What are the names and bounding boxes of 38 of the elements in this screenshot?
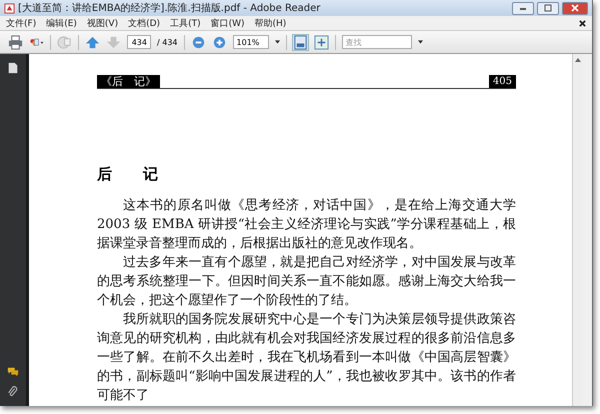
fit-page-icon[interactable] xyxy=(292,34,308,50)
close-button[interactable] xyxy=(562,2,588,14)
pages-icon[interactable] xyxy=(7,62,19,74)
page-count: / 434 xyxy=(157,38,178,46)
paragraph: 这本书的原名叫做《思考经济，对话中国》，是在给上海交通大学 2003 级 EMBA 研讲授“社会主义经济理论与实践”学分课程基础上，根据课堂录音整理而成的，后根据出版社的意见改作现名。 xyxy=(97,197,516,253)
page-number-field[interactable]: 434 xyxy=(127,35,151,49)
zoom-in-icon[interactable] xyxy=(212,34,227,50)
menu-item[interactable]: 工具(T) xyxy=(170,16,201,30)
search-field[interactable]: 查找 xyxy=(342,35,412,49)
fit-width-icon[interactable] xyxy=(314,34,329,50)
caret-icon[interactable] xyxy=(418,40,423,44)
zoom-out-icon[interactable] xyxy=(190,34,206,50)
comments-icon[interactable] xyxy=(7,366,19,378)
paragraph: 过去多年来一直有个愿望，就是把自己对经济学，对中国发展与改革的思考系统整理一下。但因时间关系一直不能如愿。感谢上海交大给我一个机会，把这个愿望作了一个阶段性的了结。 xyxy=(97,254,516,310)
paperclip-icon[interactable] xyxy=(7,386,19,398)
paragraph: 我所就职的国务院发展研究中心是一个专门为决策层领导提供政策咨询意见的研究机构，由此就有机会对我国经济发展过程的很多前沿信息多一些了解。在前不久出差时，我在飞机场看到一本叫做《中国高层智囊》的书，副标题叫“影响中国发展进程的人”，我也被收罗其中。该书的作者可能不了 xyxy=(97,311,516,405)
menu-item[interactable]: 文件(F) xyxy=(6,16,36,30)
menu-item[interactable]: 编辑(E) xyxy=(46,16,77,30)
menu-item[interactable]: 视图(V) xyxy=(86,16,118,30)
menu-item[interactable]: 窗口(W) xyxy=(210,16,245,30)
pdf-file-icon xyxy=(4,2,15,14)
caret-icon[interactable] xyxy=(274,40,280,44)
chapter-heading: 后 记 xyxy=(97,165,167,184)
maximize-icon[interactable] xyxy=(543,4,553,12)
minimize-button[interactable] xyxy=(512,2,534,14)
scroll-bar[interactable] xyxy=(572,54,583,406)
close-icon[interactable] xyxy=(579,20,586,26)
maximize-button[interactable] xyxy=(537,2,559,14)
running-head: 《后 记》 xyxy=(97,75,160,88)
minimize-icon[interactable] xyxy=(518,5,528,11)
print-icon[interactable] xyxy=(8,34,23,50)
window-title: [大道至简：讲给EMBA的经济学].陈淮.扫描版.pdf - Adobe Reader xyxy=(18,2,320,15)
zoom-field[interactable]: 101% xyxy=(232,35,269,49)
previous-page-icon[interactable] xyxy=(85,34,100,50)
menu-item[interactable]: 帮助(H) xyxy=(254,16,286,30)
menu-item[interactable]: 文档(D) xyxy=(128,16,160,30)
page-number: 405 xyxy=(488,75,516,88)
scroll-up-icon[interactable] xyxy=(575,58,581,62)
